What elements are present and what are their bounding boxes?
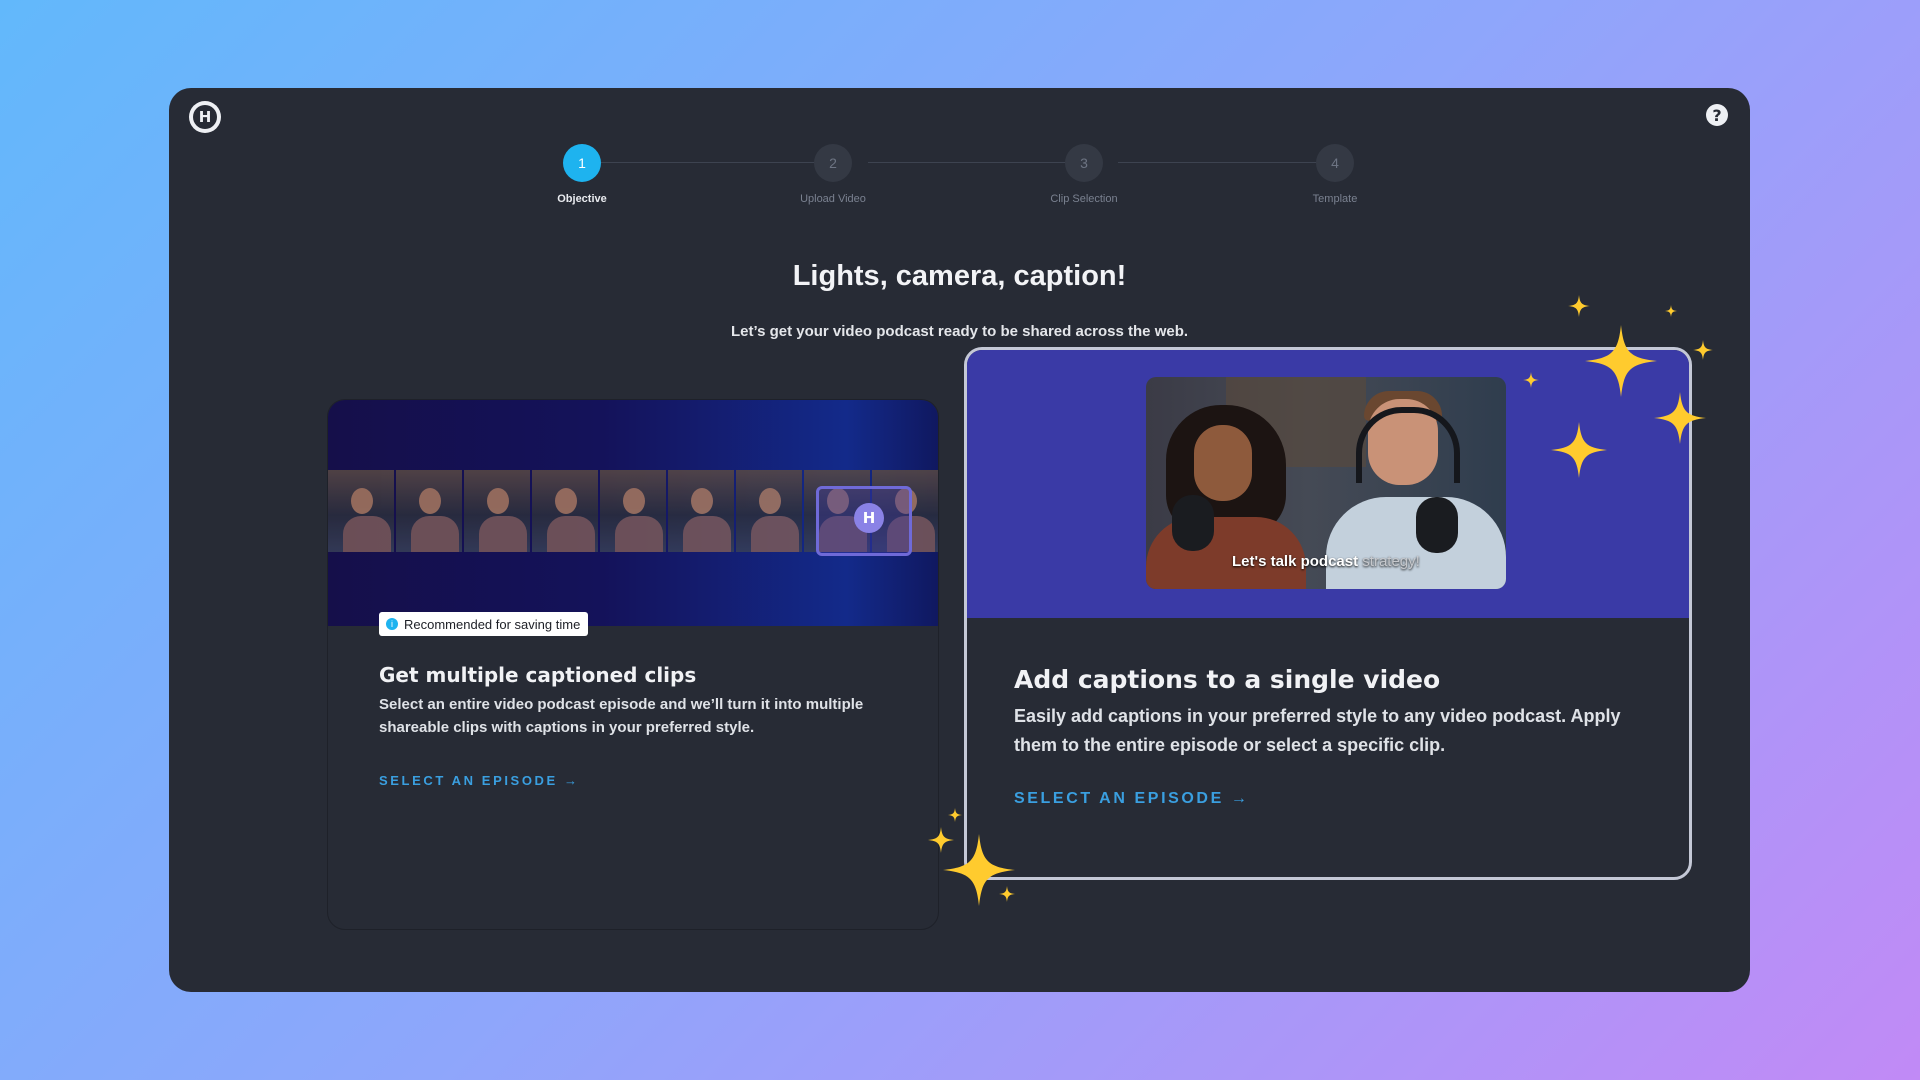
sparkle-icon [948, 808, 962, 822]
step-clip-selection[interactable]: 3 Clip Selection [1024, 144, 1144, 205]
card-title: Add captions to a single video [1014, 665, 1441, 694]
film-frame [668, 470, 734, 552]
page-subtitle: Let’s get your video podcast ready to be… [730, 323, 1189, 340]
film-frame [736, 470, 802, 552]
step-label: Template [1312, 193, 1358, 205]
step-number: 1 [563, 144, 601, 182]
recommended-badge-label: Recommended for saving time [404, 616, 581, 632]
single-video-card[interactable]: Let's talk podcast strategy! Add caption… [964, 347, 1692, 880]
sparkle-icon [999, 886, 1015, 902]
film-frame [464, 470, 530, 552]
logo-icon[interactable]: H [189, 101, 221, 133]
step-label: Upload Video [800, 193, 866, 205]
caption-dim: strategy! [1362, 553, 1420, 570]
brand-badge-icon: H [854, 503, 884, 533]
video-preview-thumbnail: Let's talk podcast strategy! [1146, 377, 1506, 589]
select-episode-link[interactable]: SELECT AN EPISODE → [379, 773, 580, 788]
page-title: Lights, camera, caption! [792, 260, 1127, 292]
video-preview-banner: Let's talk podcast strategy! [967, 350, 1689, 618]
step-number: 4 [1316, 144, 1354, 182]
select-episode-link[interactable]: SELECT AN EPISODE → [1014, 790, 1250, 808]
step-label: Objective [557, 193, 607, 205]
help-icon[interactable]: ? [1706, 104, 1728, 126]
card-description: Easily add captions in your preferred st… [1014, 706, 1621, 755]
step-label: Clip Selection [1050, 193, 1118, 205]
film-frame [396, 470, 462, 552]
app-window: H ? 1 Objective 2 Upload Video 3 Clip Se… [169, 88, 1750, 992]
multiple-clips-card[interactable]: H i Recommended for saving time Get mult… [327, 399, 939, 930]
caption-main: Let's talk podcast [1232, 553, 1363, 570]
logo-letter: H [193, 105, 217, 129]
sparkle-icon [1665, 305, 1677, 317]
step-number: 3 [1065, 144, 1103, 182]
film-strip-banner: H [328, 400, 938, 626]
card-title: Get multiple captioned clips [379, 663, 697, 687]
step-template[interactable]: 4 Template [1275, 144, 1395, 205]
step-number: 2 [814, 144, 852, 182]
film-frame [532, 470, 598, 552]
info-icon: i [386, 618, 398, 630]
film-frame [600, 470, 666, 552]
card-description: Select an entire video podcast episode a… [379, 696, 864, 736]
sparkle-icon [1693, 340, 1713, 360]
sparkle-icon [1568, 295, 1590, 317]
video-caption: Let's talk podcast strategy! [1232, 553, 1420, 570]
film-frame [328, 470, 394, 552]
recommended-badge: i Recommended for saving time [379, 612, 589, 636]
stepper: 1 Objective 2 Upload Video 3 Clip Select… [169, 144, 1750, 214]
step-objective[interactable]: 1 Objective [522, 144, 642, 205]
step-upload-video[interactable]: 2 Upload Video [773, 144, 893, 205]
